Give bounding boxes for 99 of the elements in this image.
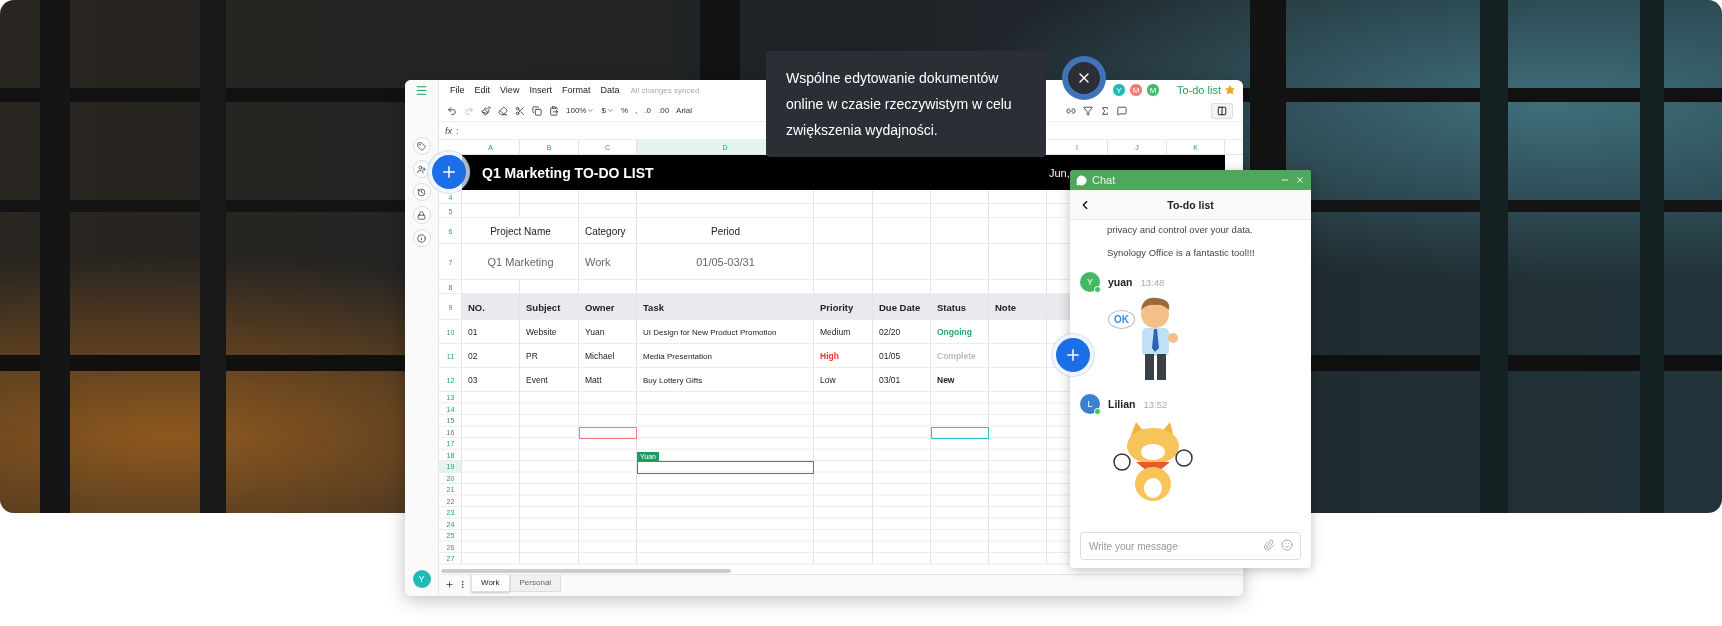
side-panel-button[interactable] [1211,102,1233,119]
table-cell: 01 [468,327,478,337]
column-header: Due Date [879,301,921,313]
table-cell: PR [526,351,538,361]
table-cell: Website [526,327,557,337]
table-cell: High [820,351,839,361]
column-header: Note [995,301,1017,313]
tag-icon[interactable] [412,137,431,155]
caret-icon [587,107,595,114]
menu-item[interactable]: File [445,85,470,95]
chat-icon [1076,174,1087,186]
info-icon[interactable] [412,229,431,247]
more-icon[interactable] [458,579,467,589]
scrollbar[interactable] [441,568,731,573]
chat-title: Chat [1092,174,1117,186]
currency-button[interactable]: $ [601,106,614,115]
table-cell: UI Design for New Product Promotion [643,327,777,337]
menu-item[interactable]: Insert [524,85,557,95]
table-cell: Project Name [490,225,551,237]
column-header: Subject [526,301,561,313]
decrease-decimal-button[interactable]: .0 [644,106,651,115]
author-name: yuan [1108,276,1133,288]
table-cell: Matt [585,375,602,385]
table-cell: 02 [468,351,478,361]
font-dropdown[interactable]: Arial [676,106,693,115]
undo-icon[interactable] [447,105,457,116]
formula-separator: : [456,125,459,136]
column-header: Status [937,301,967,313]
lock-icon[interactable] [412,206,431,224]
user-avatar[interactable]: Y [412,570,431,588]
table-cell: 01/05-03/31 [696,256,755,268]
table-cell: 02/20 [879,327,901,337]
table-cell: Complete [937,351,976,361]
menu-item[interactable]: Format [556,85,596,95]
speech-bubble: OK [1108,310,1135,329]
table-cell: Michael [585,351,615,361]
collaborator-avatar[interactable]: Y [1111,83,1126,97]
menu-item[interactable]: Data [595,85,625,95]
sheet-tab[interactable]: Personal [509,575,562,592]
table-cell: Period [711,225,740,237]
table-cell: 03/01 [879,375,901,385]
add-user-icon[interactable] [412,160,431,178]
copy-icon[interactable] [532,105,542,116]
table-cell: Q1 Marketing [487,256,554,268]
table-cell: Category [585,225,626,237]
comment-icon[interactable] [1117,105,1127,116]
sheet-tab[interactable]: Work [471,575,510,592]
formula-label: fx [445,125,452,136]
plus-icon [440,163,458,181]
sum-icon[interactable] [1100,105,1110,116]
message-time: 13:52 [1143,398,1168,410]
table-cell: 01/05 [879,351,901,361]
panel-icon [1217,105,1227,116]
increase-decimal-button[interactable]: .00 [657,106,670,115]
table-cell: Medium [820,327,851,337]
menu-item[interactable]: View [495,85,525,95]
paint-format-icon[interactable] [481,105,491,116]
message-text: privacy and control over your data. [1107,224,1254,235]
table-cell: New [937,375,955,385]
title-date: Jun, [1048,166,1071,179]
tooltip-text: Wspólne edytowanie dokumentów online w czasie rzeczywistym w celu zwiększenia wydajności. [786,69,1013,140]
table-cell: Event [526,375,548,385]
collaborator-avatar[interactable]: M [1145,83,1160,97]
column-header: Owner [585,301,615,313]
user-avatar: L [1080,394,1100,414]
conversation-title: To-do list [1166,198,1215,211]
table-cell: Yuan [585,327,605,337]
author-name: Lilian [1108,398,1136,410]
link-icon[interactable] [1066,105,1076,116]
filter-icon[interactable] [1083,105,1093,116]
plus-icon [1064,346,1082,364]
menu-item[interactable]: Edit [469,85,496,95]
history-icon[interactable] [412,183,431,201]
column-header: Task [643,301,664,313]
zoom-dropdown[interactable]: 100% [566,106,595,115]
message-time: 13:48 [1140,276,1165,288]
sync-status: All changes synced [630,85,700,95]
table-cell: Media Presentation [643,351,712,361]
document-title: To-do list [1176,84,1221,96]
eraser-icon[interactable] [498,105,508,116]
add-sheet-icon[interactable] [445,579,454,589]
message-text: Synology Office is a fantastic tool!!! [1107,247,1256,258]
table-cell: Low [820,375,836,385]
table-cell: Work [585,256,611,268]
star-icon[interactable] [1225,85,1235,95]
close-icon[interactable] [1295,175,1305,185]
cut-icon[interactable] [515,105,525,116]
percent-button[interactable]: % [620,106,629,115]
table-cell: 03 [468,375,478,385]
caret-icon [606,107,614,114]
user-avatar: Y [1080,272,1100,292]
column-header: NO. [468,301,485,313]
paste-icon[interactable] [549,105,559,116]
sheet-title: Q1 Marketing TO-DO LIST [481,164,655,181]
table-cell: Buy Lottery Gifts [643,375,703,385]
collaborator-avatar[interactable]: M [1128,83,1143,97]
column-header: Priority [820,301,854,313]
table-cell: Ongoing [937,327,972,337]
menu-icon[interactable] [415,84,428,97]
